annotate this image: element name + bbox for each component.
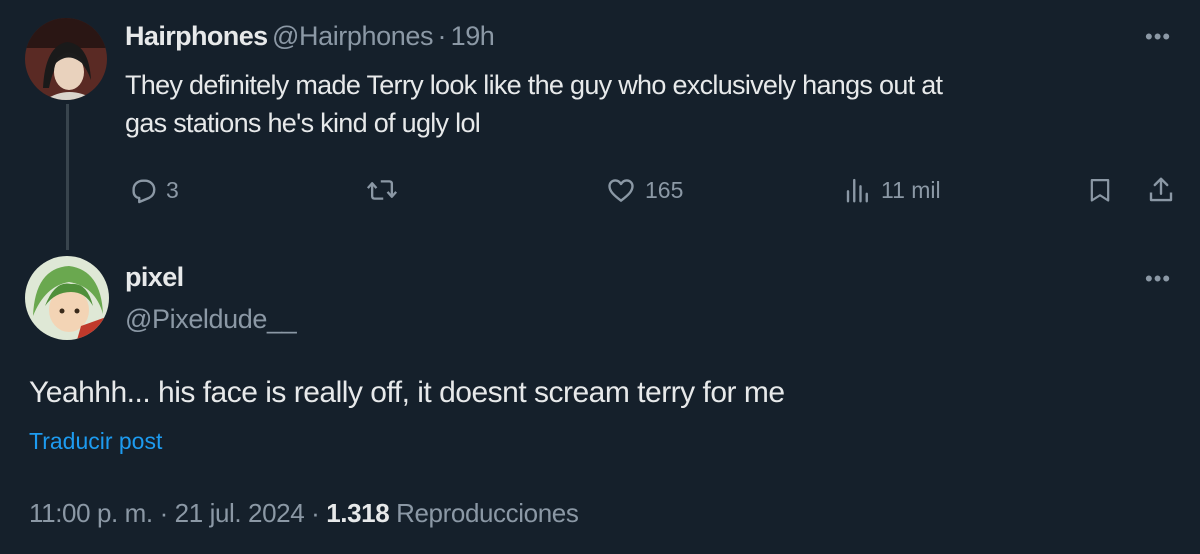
bookmark-button[interactable] (1086, 175, 1114, 205)
avatar-hairphones[interactable] (25, 18, 107, 100)
reply-handle[interactable]: @Pixeldude__ (125, 304, 297, 335)
views-count: 1.318 (326, 498, 390, 528)
like-count: 165 (645, 176, 684, 203)
post-meta: 11:00 p. m. · 21 jul. 2024 · 1.318 Repro… (29, 498, 579, 529)
more-icon[interactable]: ••• (1145, 24, 1171, 50)
like-icon (608, 179, 634, 202)
reply-tweet-text: Yeahhh... his face is really off, it doe… (29, 376, 785, 409)
retweet-icon (366, 180, 398, 200)
like-button[interactable]: 165 (605, 175, 683, 205)
handle[interactable]: @Hairphones (272, 21, 433, 51)
reply-button[interactable]: 3 (128, 175, 179, 205)
reply-count: 3 (166, 176, 179, 203)
meta-separator: · (311, 498, 320, 528)
avatar-image (25, 256, 109, 340)
bookmark-icon (1090, 178, 1110, 202)
avatar-pixel[interactable] (25, 256, 109, 340)
display-name[interactable]: Hairphones (125, 21, 268, 51)
view-count: 11 mil (881, 176, 941, 203)
retweet-button[interactable] (366, 175, 398, 205)
views-label: Reproducciones (396, 498, 579, 528)
separator: · (437, 21, 447, 51)
reply-display-name[interactable]: pixel (125, 262, 184, 293)
translate-post-link[interactable]: Traducir post (29, 428, 162, 455)
post-time[interactable]: 19h (451, 21, 495, 51)
tweet-text-line-1: They definitely made Terry look like the… (125, 70, 943, 100)
share-icon (1149, 177, 1173, 202)
parent-tweet-text: They definitely made Terry look like the… (125, 66, 943, 142)
views-icon (846, 178, 868, 203)
share-button[interactable] (1146, 175, 1176, 205)
avatar-image (25, 18, 107, 100)
parent-header: Hairphones @Hairphones · 19h (125, 21, 495, 52)
post-timestamp[interactable]: 11:00 p. m. · 21 jul. 2024 (29, 498, 305, 528)
more-icon[interactable]: ••• (1145, 266, 1171, 292)
thread-line (66, 104, 69, 250)
reply-icon (132, 179, 156, 204)
views-button[interactable]: 11 mil (843, 175, 941, 205)
tweet-text-line-2: gas stations he's kind of ugly lol (125, 108, 481, 138)
